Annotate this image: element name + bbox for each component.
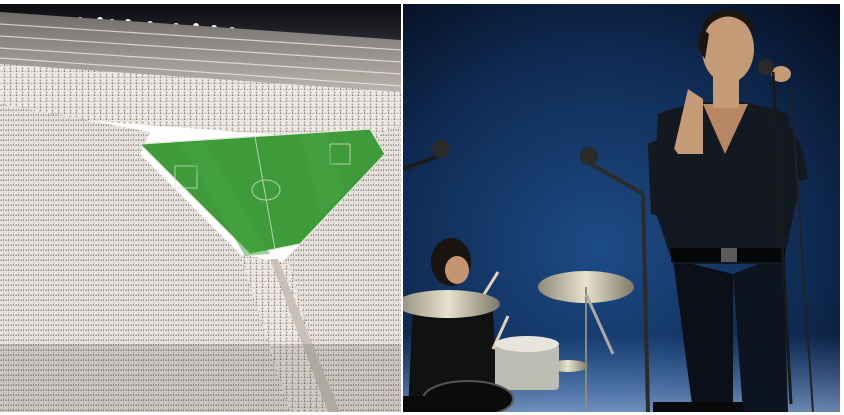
- concert-photo: [403, 4, 840, 412]
- stadium-photo: [0, 4, 401, 412]
- stadium-illustration: [0, 4, 401, 412]
- concert-illustration: [403, 4, 840, 412]
- photo-collage: [0, 0, 844, 415]
